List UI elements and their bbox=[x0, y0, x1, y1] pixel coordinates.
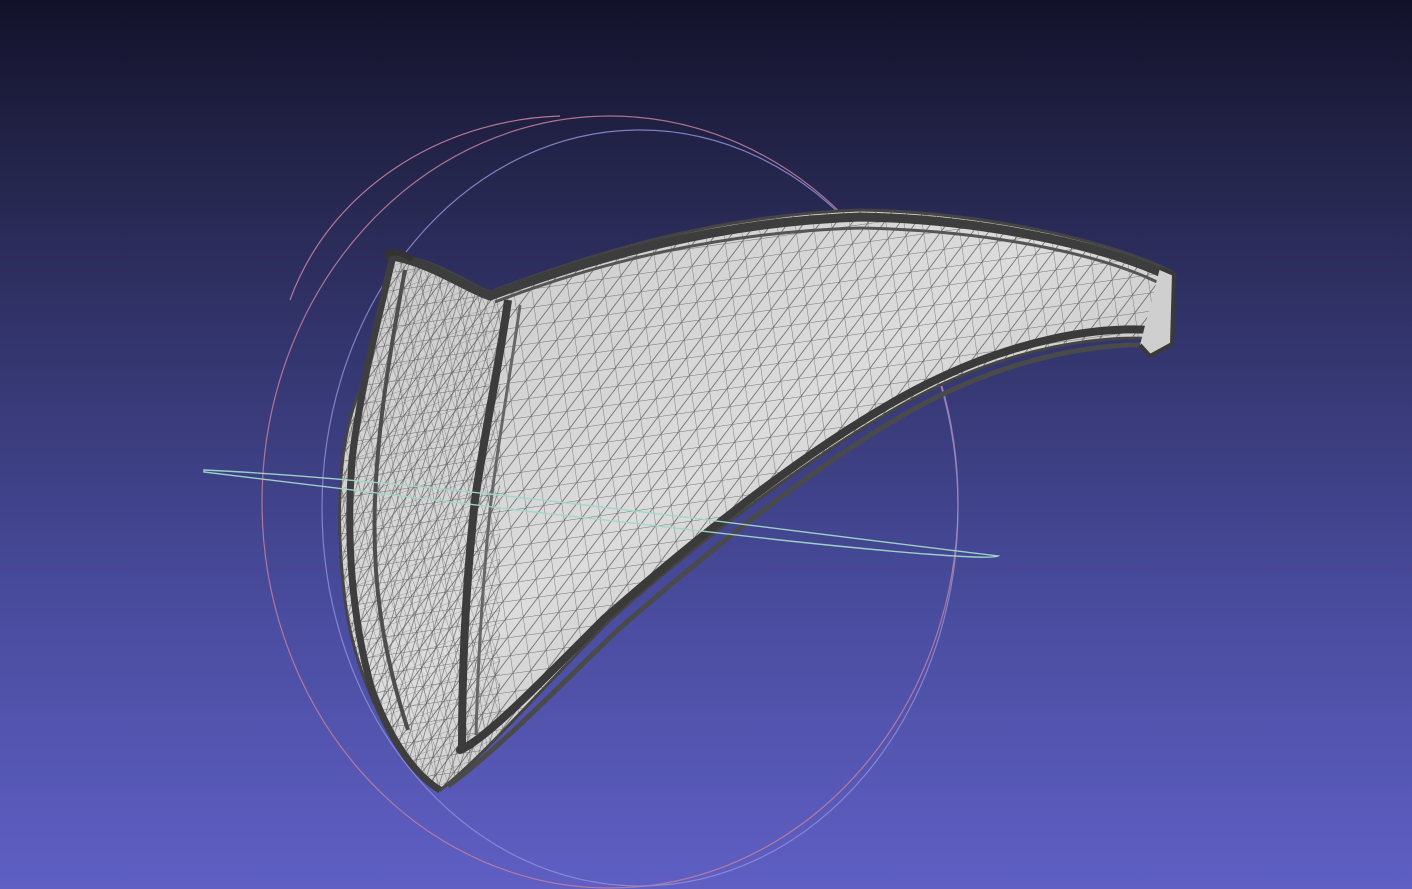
scene-canvas[interactable] bbox=[0, 0, 1412, 889]
3d-viewport[interactable] bbox=[0, 0, 1412, 889]
